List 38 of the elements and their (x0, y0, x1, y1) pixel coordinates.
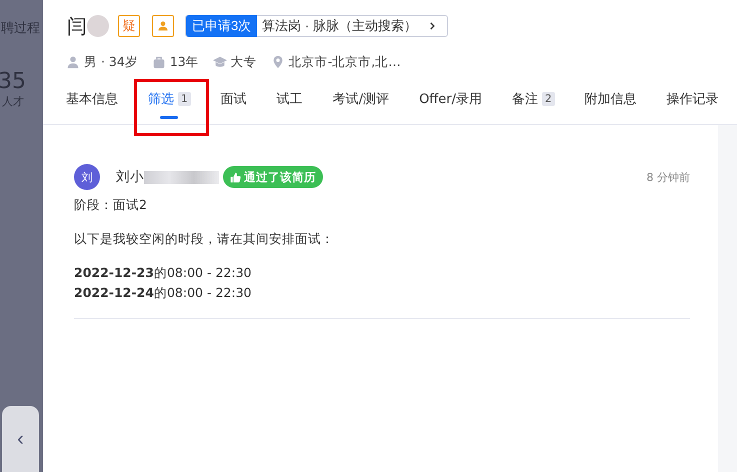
time-slot: 2022-12-24的08:00 - 22:30 (74, 283, 690, 303)
page-title: 聘过程 (1, 20, 41, 37)
map-pin-icon (270, 55, 285, 69)
timestamp: 8 分钟前 (646, 170, 690, 184)
count-label: 人才 (2, 94, 25, 109)
avatar: 刘 (74, 164, 100, 190)
time-slot: 2022-12-23的08:00 - 22:30 (74, 263, 690, 283)
stage-text: 阶段：面试2 (74, 197, 148, 214)
count-number: 35 (0, 69, 27, 94)
briefcase-icon (152, 55, 166, 69)
person-icon (66, 55, 80, 69)
count-badge: 1 (178, 92, 191, 106)
collapse-handle[interactable]: ‹ (2, 406, 39, 472)
author-name: 刘小 (116, 168, 144, 186)
info-text: 男 · 34岁 (84, 54, 138, 70)
suspect-tag: 疑 (118, 15, 140, 37)
info-text: 北京市-北京市,北… (288, 54, 401, 70)
tab[interactable]: 操作记录 (666, 89, 719, 109)
tab[interactable]: 面试 (220, 89, 247, 109)
count-badge: 2 (542, 92, 555, 106)
tab[interactable]: 备注 2 (512, 89, 555, 109)
redacted-block (87, 15, 109, 37)
tab[interactable]: 考试/测评 (332, 89, 390, 109)
candidate-name: 闫 (67, 12, 87, 40)
info-text: 13年 (170, 54, 199, 70)
thumbs-up-icon (230, 172, 241, 182)
tab[interactable]: 附加信息 (584, 89, 637, 109)
person-icon (157, 20, 169, 32)
info-text: 大专 (230, 54, 257, 70)
application-count: 已申请3次 (186, 15, 258, 37)
job-source: 算法岗 · 脉脉（主动搜索） (261, 17, 418, 35)
graduation-cap-icon (212, 55, 227, 69)
tab[interactable]: 基本信息 (66, 89, 118, 109)
tab[interactable]: Offer/录用 (419, 89, 482, 109)
tab[interactable]: 试工 (276, 89, 303, 109)
application-selector[interactable]: 已申请3次 算法岗 · 脉脉（主动搜索） (185, 15, 448, 37)
message-text: 以下是我较空闲的时段，请在其间安排面试： (74, 231, 335, 248)
approved-badge: 通过了该简历 (223, 166, 323, 188)
